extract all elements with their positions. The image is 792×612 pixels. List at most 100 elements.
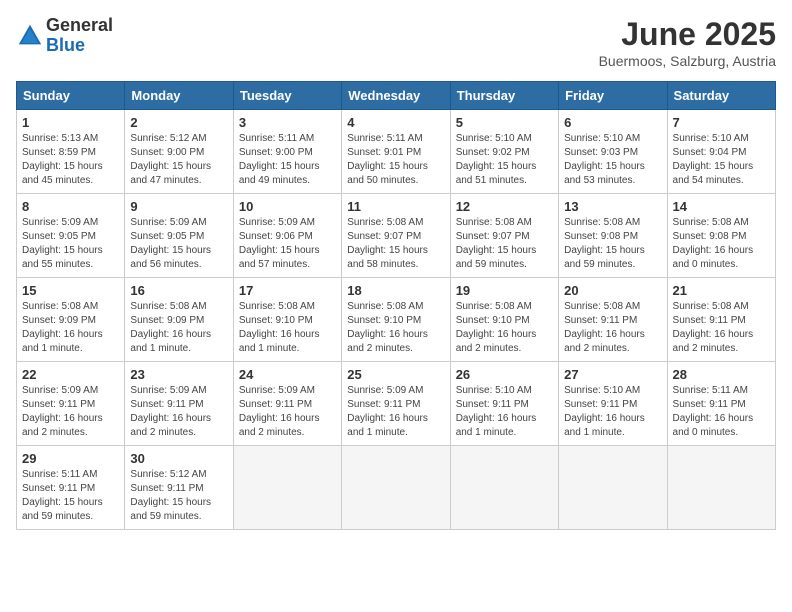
day-number: 15 <box>22 283 119 298</box>
day-number: 2 <box>130 115 227 130</box>
calendar-cell: 5 Sunrise: 5:10 AMSunset: 9:02 PMDaylight… <box>450 110 558 194</box>
header-tuesday: Tuesday <box>233 82 341 110</box>
day-number: 26 <box>456 367 553 382</box>
calendar-cell: 3 Sunrise: 5:11 AMSunset: 9:00 PMDaylight… <box>233 110 341 194</box>
day-info: Sunrise: 5:08 AMSunset: 9:11 PMDaylight:… <box>564 301 645 354</box>
day-number: 23 <box>130 367 227 382</box>
calendar-cell <box>559 446 667 530</box>
day-info: Sunrise: 5:10 AMSunset: 9:03 PMDaylight:… <box>564 133 645 186</box>
day-info: Sunrise: 5:11 AMSunset: 9:11 PMDaylight:… <box>673 385 754 438</box>
day-number: 10 <box>239 199 336 214</box>
calendar-table: Sunday Monday Tuesday Wednesday Thursday… <box>16 81 776 530</box>
day-number: 12 <box>456 199 553 214</box>
calendar-cell: 27Sunrise: 5:10 AMSunset: 9:11 PMDayligh… <box>559 362 667 446</box>
day-number: 1 <box>22 115 119 130</box>
week-row-1: 1Sunrise: 5:13 AMSunset: 8:59 PMDaylight… <box>17 110 776 194</box>
calendar-cell: 23 Sunrise: 5:09 AMSunset: 9:11 PMDayligh… <box>125 362 233 446</box>
day-info: Sunrise: 5:09 AMSunset: 9:06 PMDaylight:… <box>239 217 320 270</box>
month-title: June 2025 <box>599 16 776 53</box>
calendar-cell: 1Sunrise: 5:13 AMSunset: 8:59 PMDaylight… <box>17 110 125 194</box>
calendar-cell: 26 Sunrise: 5:10 AMSunset: 9:11 PMDayligh… <box>450 362 558 446</box>
calendar-cell: 8Sunrise: 5:09 AMSunset: 9:05 PMDaylight… <box>17 194 125 278</box>
page-header: General Blue June 2025 Buermoos, Salzbur… <box>16 16 776 69</box>
day-number: 21 <box>673 283 770 298</box>
header-friday: Friday <box>559 82 667 110</box>
calendar-cell: 4Sunrise: 5:11 AMSunset: 9:01 PMDaylight… <box>342 110 450 194</box>
day-info: Sunrise: 5:10 AMSunset: 9:11 PMDaylight:… <box>456 385 537 438</box>
calendar-cell: 15 Sunrise: 5:08 AMSunset: 9:09 PMDayligh… <box>17 278 125 362</box>
calendar-cell: 11 Sunrise: 5:08 AMSunset: 9:07 PMDayligh… <box>342 194 450 278</box>
logo: General Blue <box>16 16 113 56</box>
day-number: 29 <box>22 451 119 466</box>
calendar-cell: 21Sunrise: 5:08 AMSunset: 9:11 PMDayligh… <box>667 278 775 362</box>
calendar-body: 1Sunrise: 5:13 AMSunset: 8:59 PMDaylight… <box>17 110 776 530</box>
day-info: Sunrise: 5:12 AMSunset: 9:00 PMDaylight:… <box>130 133 211 186</box>
day-number: 30 <box>130 451 227 466</box>
day-number: 20 <box>564 283 661 298</box>
day-info: Sunrise: 5:09 AMSunset: 9:11 PMDaylight:… <box>130 385 211 438</box>
calendar-cell: 13Sunrise: 5:08 AMSunset: 9:08 PMDayligh… <box>559 194 667 278</box>
week-row-3: 15 Sunrise: 5:08 AMSunset: 9:09 PMDayligh… <box>17 278 776 362</box>
calendar-cell: 22Sunrise: 5:09 AMSunset: 9:11 PMDayligh… <box>17 362 125 446</box>
calendar-cell: 7 Sunrise: 5:10 AMSunset: 9:04 PMDaylight… <box>667 110 775 194</box>
day-info: Sunrise: 5:11 AMSunset: 9:11 PMDaylight:… <box>22 469 103 522</box>
day-number: 24 <box>239 367 336 382</box>
calendar-cell: 25Sunrise: 5:09 AMSunset: 9:11 PMDayligh… <box>342 362 450 446</box>
calendar-cell: 29 Sunrise: 5:11 AMSunset: 9:11 PMDayligh… <box>17 446 125 530</box>
day-number: 6 <box>564 115 661 130</box>
header-saturday: Saturday <box>667 82 775 110</box>
day-number: 9 <box>130 199 227 214</box>
day-info: Sunrise: 5:08 AMSunset: 9:08 PMDaylight:… <box>673 217 754 270</box>
day-info: Sunrise: 5:08 AMSunset: 9:10 PMDaylight:… <box>456 301 537 354</box>
logo-general: General <box>46 16 113 36</box>
calendar-cell: 9 Sunrise: 5:09 AMSunset: 9:05 PMDaylight… <box>125 194 233 278</box>
day-number: 14 <box>673 199 770 214</box>
day-info: Sunrise: 5:08 AMSunset: 9:07 PMDaylight:… <box>347 217 428 270</box>
day-info: Sunrise: 5:10 AMSunset: 9:11 PMDaylight:… <box>564 385 645 438</box>
day-info: Sunrise: 5:08 AMSunset: 9:08 PMDaylight:… <box>564 217 645 270</box>
logo-icon <box>16 22 44 50</box>
day-number: 7 <box>673 115 770 130</box>
calendar-cell: 2 Sunrise: 5:12 AMSunset: 9:00 PMDaylight… <box>125 110 233 194</box>
day-number: 16 <box>130 283 227 298</box>
week-row-4: 22Sunrise: 5:09 AMSunset: 9:11 PMDayligh… <box>17 362 776 446</box>
calendar-cell <box>342 446 450 530</box>
calendar-cell: 12 Sunrise: 5:08 AMSunset: 9:07 PMDayligh… <box>450 194 558 278</box>
weekday-header-row: Sunday Monday Tuesday Wednesday Thursday… <box>17 82 776 110</box>
calendar-cell <box>233 446 341 530</box>
day-info: Sunrise: 5:11 AMSunset: 9:01 PMDaylight:… <box>347 133 428 186</box>
week-row-5: 29 Sunrise: 5:11 AMSunset: 9:11 PMDayligh… <box>17 446 776 530</box>
day-number: 28 <box>673 367 770 382</box>
day-number: 19 <box>456 283 553 298</box>
day-info: Sunrise: 5:10 AMSunset: 9:04 PMDaylight:… <box>673 133 754 186</box>
day-number: 3 <box>239 115 336 130</box>
calendar-cell: 10 Sunrise: 5:09 AMSunset: 9:06 PMDayligh… <box>233 194 341 278</box>
day-number: 11 <box>347 199 444 214</box>
day-number: 25 <box>347 367 444 382</box>
day-info: Sunrise: 5:08 AMSunset: 9:07 PMDaylight:… <box>456 217 537 270</box>
header-monday: Monday <box>125 82 233 110</box>
day-info: Sunrise: 5:08 AMSunset: 9:10 PMDaylight:… <box>347 301 428 354</box>
day-info: Sunrise: 5:08 AMSunset: 9:09 PMDaylight:… <box>22 301 103 354</box>
day-info: Sunrise: 5:09 AMSunset: 9:05 PMDaylight:… <box>130 217 211 270</box>
calendar-cell <box>450 446 558 530</box>
calendar-cell: 18 Sunrise: 5:08 AMSunset: 9:10 PMDayligh… <box>342 278 450 362</box>
day-info: Sunrise: 5:12 AMSunset: 9:11 PMDaylight:… <box>130 469 211 522</box>
day-number: 17 <box>239 283 336 298</box>
header-sunday: Sunday <box>17 82 125 110</box>
day-number: 18 <box>347 283 444 298</box>
day-info: Sunrise: 5:09 AMSunset: 9:11 PMDaylight:… <box>22 385 103 438</box>
calendar-cell: 28 Sunrise: 5:11 AMSunset: 9:11 PMDayligh… <box>667 362 775 446</box>
day-info: Sunrise: 5:10 AMSunset: 9:02 PMDaylight:… <box>456 133 537 186</box>
calendar-cell: 24Sunrise: 5:09 AMSunset: 9:11 PMDayligh… <box>233 362 341 446</box>
calendar-cell: 30 Sunrise: 5:12 AMSunset: 9:11 PMDayligh… <box>125 446 233 530</box>
day-number: 5 <box>456 115 553 130</box>
day-number: 8 <box>22 199 119 214</box>
day-info: Sunrise: 5:08 AMSunset: 9:10 PMDaylight:… <box>239 301 320 354</box>
location: Buermoos, Salzburg, Austria <box>599 53 776 69</box>
day-info: Sunrise: 5:11 AMSunset: 9:00 PMDaylight:… <box>239 133 320 186</box>
header-thursday: Thursday <box>450 82 558 110</box>
logo-blue: Blue <box>46 36 113 56</box>
calendar-cell: 6 Sunrise: 5:10 AMSunset: 9:03 PMDaylight… <box>559 110 667 194</box>
calendar-cell: 14 Sunrise: 5:08 AMSunset: 9:08 PMDayligh… <box>667 194 775 278</box>
